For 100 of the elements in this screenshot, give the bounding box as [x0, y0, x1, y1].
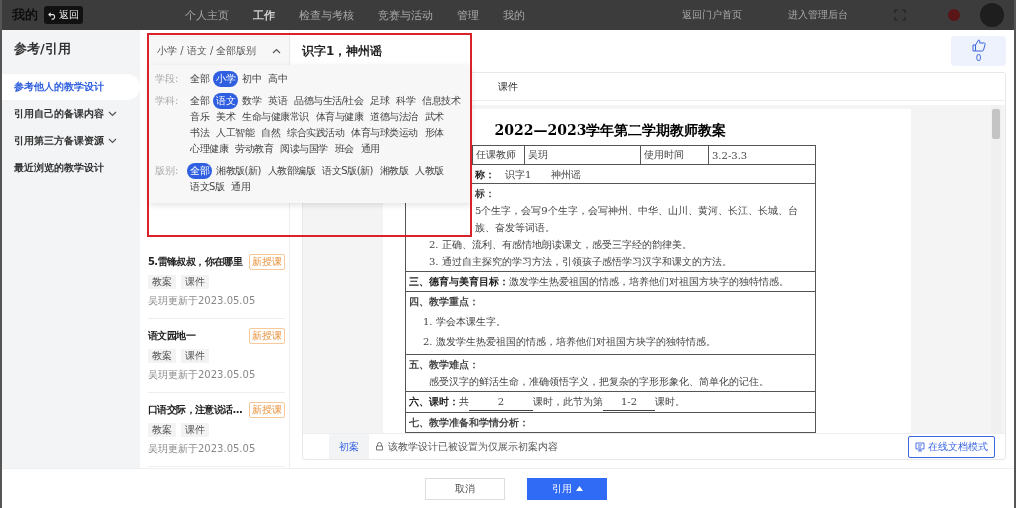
lesson-title[interactable]: 5.雷锋叔叔，你在哪里 [148, 255, 243, 269]
document-text: 2. 激发学生热爱祖国的情感，培养他们对祖国方块字的独特情感。 [423, 335, 716, 349]
avatar[interactable] [980, 3, 1004, 27]
filter-option[interactable]: 体育与健康 [312, 109, 366, 125]
document-text: 三、德育与美育目标：激发学生热爱祖国的情感，培养他们对祖国方块字的独特情感。 [409, 275, 789, 289]
lesson-title[interactable]: 口语交际，注意说话... [148, 403, 243, 417]
filter-option[interactable]: 湘教版 [376, 163, 412, 179]
notification-icon[interactable] [948, 9, 960, 21]
filter-option[interactable]: 小学 [213, 71, 238, 87]
filter-option[interactable]: 班会 [331, 141, 357, 157]
filter-option[interactable]: 数学 [239, 93, 264, 109]
scrollbar[interactable] [991, 105, 1001, 433]
filter-option[interactable]: 心理健康 [187, 141, 231, 157]
filter-option[interactable]: 阅读与国学 [277, 141, 331, 157]
sidebar-item[interactable]: 引用自己的备课内容 [2, 101, 140, 127]
document-heading: 标： [475, 187, 495, 201]
online-doc-mode-button[interactable]: 在线文档模式 [908, 435, 995, 458]
document-text: 5个生字，会写9个生字，会写神州、中华、山川、黄河、长江、长城、台 [475, 204, 798, 218]
filter-option[interactable]: 美术 [213, 109, 238, 125]
filter-option[interactable]: 初中 [239, 71, 264, 87]
filter-option[interactable]: 人教部编版 [264, 163, 319, 179]
filter-option[interactable]: 人工智能 [213, 125, 257, 141]
filter-dropdown[interactable]: 小学 / 语文 / 全部版别 [149, 37, 289, 65]
filter-option[interactable]: 英语 [265, 93, 290, 109]
nav-link[interactable]: 检查与考核 [299, 7, 354, 23]
lesson-tag: 课件 [181, 423, 209, 437]
nav-link[interactable]: 竞赛与活动 [378, 7, 433, 23]
filter-option[interactable]: 湘教版(新) [213, 163, 264, 179]
filter-option[interactable]: 人教版 [412, 163, 447, 179]
lesson-tag: 课件 [181, 275, 209, 289]
nav-link[interactable]: 工作 [253, 7, 275, 23]
sidebar-item[interactable]: 引用第三方备课资源 [2, 128, 140, 154]
caret-up-icon [575, 486, 583, 491]
filter-option[interactable]: 通用 [357, 141, 383, 157]
portal-link[interactable]: 返回门户首页 [682, 8, 742, 22]
content-tab[interactable]: 课件 [498, 79, 518, 94]
document-text: 3. 通过自主探究的学习方法，引领孩子感悟学习汉字和课文的方法。 [429, 255, 732, 269]
filter-option[interactable]: 综合实践活动 [284, 125, 347, 141]
lesson-title-heading: 识字1，神州谣 [302, 42, 383, 60]
admin-link[interactable]: 进入管理后台 [788, 8, 848, 22]
table-cell: 任课教师 [472, 146, 524, 164]
lesson-type-badge: 新授课 [249, 254, 285, 270]
filter-label: 版别: [155, 164, 180, 178]
filter-option[interactable]: 通用 [228, 179, 254, 195]
filter-option[interactable]: 音乐 [187, 109, 212, 125]
version-tab[interactable]: 初案 [329, 434, 369, 459]
cite-button[interactable]: 引用 [527, 477, 607, 500]
filter-option[interactable]: 生命与健康常识 [239, 109, 312, 125]
filter-option[interactable]: 信息技术 [419, 93, 464, 109]
filter-label: 学段: [155, 72, 180, 86]
sidebar-item[interactable]: 参考他人的教学设计 [2, 74, 140, 100]
filter-option[interactable]: 品德与生活/社会 [291, 93, 367, 109]
document-text: 1. 学会本课生字。 [423, 315, 506, 329]
lesson-type-badge: 新授课 [249, 402, 285, 418]
filter-label: 学科: [155, 94, 180, 108]
lesson-type-badge: 新授课 [249, 328, 285, 344]
filter-option[interactable]: 自然 [258, 125, 283, 141]
filter-option[interactable]: 语文 [213, 93, 238, 109]
like-button[interactable]: 0 [951, 36, 1006, 66]
filter-option[interactable]: 劳动教育 [232, 141, 276, 157]
document-title: 2022—2023学年第二学期教师教案 [494, 121, 727, 140]
filter-option[interactable]: 形体 [421, 125, 447, 141]
filter-option[interactable]: 全部 [187, 93, 212, 109]
back-arrow-icon [48, 10, 57, 20]
sidebar-item[interactable]: 最近浏览的教学设计 [2, 155, 140, 181]
table-cell: 3.2-3.3 [708, 146, 815, 164]
filter-option[interactable]: 体育与球类运动 [348, 125, 421, 141]
nav-link[interactable]: 我的 [503, 7, 525, 23]
sidebar-title: 参考/引用 [13, 40, 72, 58]
cancel-button[interactable]: 取消 [425, 477, 505, 500]
filter-option[interactable]: 语文S版(新) [319, 163, 376, 179]
nav-link[interactable]: 个人主页 [185, 7, 229, 23]
lesson-meta: 吴玥更新于2023.05.05 [148, 294, 257, 308]
thumbs-up-icon [971, 39, 986, 52]
filter-option[interactable]: 书法 [187, 125, 212, 141]
lesson-name: 识字1 神州谣 [505, 167, 582, 182]
document-text: 六、课时：共 2 课时，此节为第 1-2 课时。 [409, 393, 685, 411]
lesson-meta: 吴玥更新于2023.05.05 [148, 442, 257, 456]
lesson-tag: 教案 [148, 349, 176, 363]
monitor-icon [915, 441, 925, 452]
document-heading: 四、教学重点： [409, 295, 479, 309]
document-heading: 七、教学准备和学情分析： [409, 416, 529, 430]
filter-option[interactable]: 科学 [393, 93, 419, 109]
table-cell: 使用时间 [640, 146, 708, 164]
lesson-title[interactable]: 语文园地一 [148, 329, 195, 343]
filter-option[interactable]: 全部 [187, 71, 212, 87]
lock-icon [375, 442, 384, 451]
table-cell: 吴玥 [524, 146, 640, 164]
filter-option[interactable]: 全部 [187, 163, 212, 179]
filter-option[interactable]: 语文S版 [187, 179, 228, 195]
filter-option[interactable]: 武术 [421, 109, 447, 125]
filter-option[interactable]: 高中 [265, 71, 290, 87]
nav-link[interactable]: 管理 [457, 7, 479, 23]
back-button[interactable]: 返回 [44, 6, 83, 24]
filter-option[interactable]: 足球 [367, 93, 393, 109]
lesson-tag: 课件 [181, 349, 209, 363]
lesson-tag: 教案 [148, 423, 176, 437]
document-text: 族、奋发等词语。 [475, 221, 555, 235]
document-text: 感受汉字的鲜活生命，准确领悟字义，把复杂的字形形象化、简单化的记住。 [429, 375, 769, 389]
filter-option[interactable]: 道德与法治 [367, 109, 421, 125]
